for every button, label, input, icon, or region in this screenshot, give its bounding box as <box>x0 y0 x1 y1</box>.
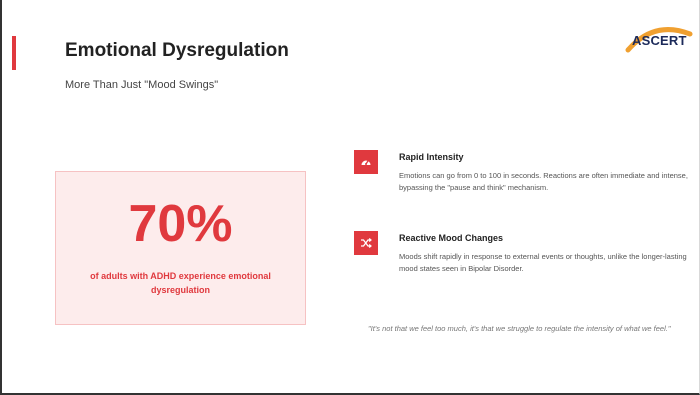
rapid-intensity-icon-box <box>354 150 378 174</box>
item-title-rapid-intensity: Rapid Intensity <box>399 152 464 162</box>
quote: "It's not that we feel too much, it's th… <box>368 324 671 333</box>
reactive-mood-icon-box <box>354 231 378 255</box>
item-text-reactive-mood-changes: Moods shift rapidly in response to exter… <box>399 252 687 273</box>
speedometer-icon <box>361 159 371 165</box>
slide-subtitle: More Than Just "Mood Swings" <box>65 79 219 91</box>
item-title-reactive-mood-changes: Reactive Mood Changes <box>399 233 504 243</box>
logo-text: ASCERT <box>632 33 687 48</box>
slide-title: Emotional Dysregulation <box>65 40 289 61</box>
stat-box: 70% of adults with ADHD experience emoti… <box>55 171 306 325</box>
stat-value: 70% <box>128 195 233 253</box>
stat-description: of adults with ADHD experience emotional… <box>90 271 271 295</box>
slide: Emotional Dysregulation More Than Just "… <box>0 0 700 395</box>
item-text-rapid-intensity: Emotions can go from 0 to 100 in seconds… <box>399 171 688 192</box>
accent-bar <box>12 36 16 70</box>
shuffle-icon <box>361 238 372 248</box>
